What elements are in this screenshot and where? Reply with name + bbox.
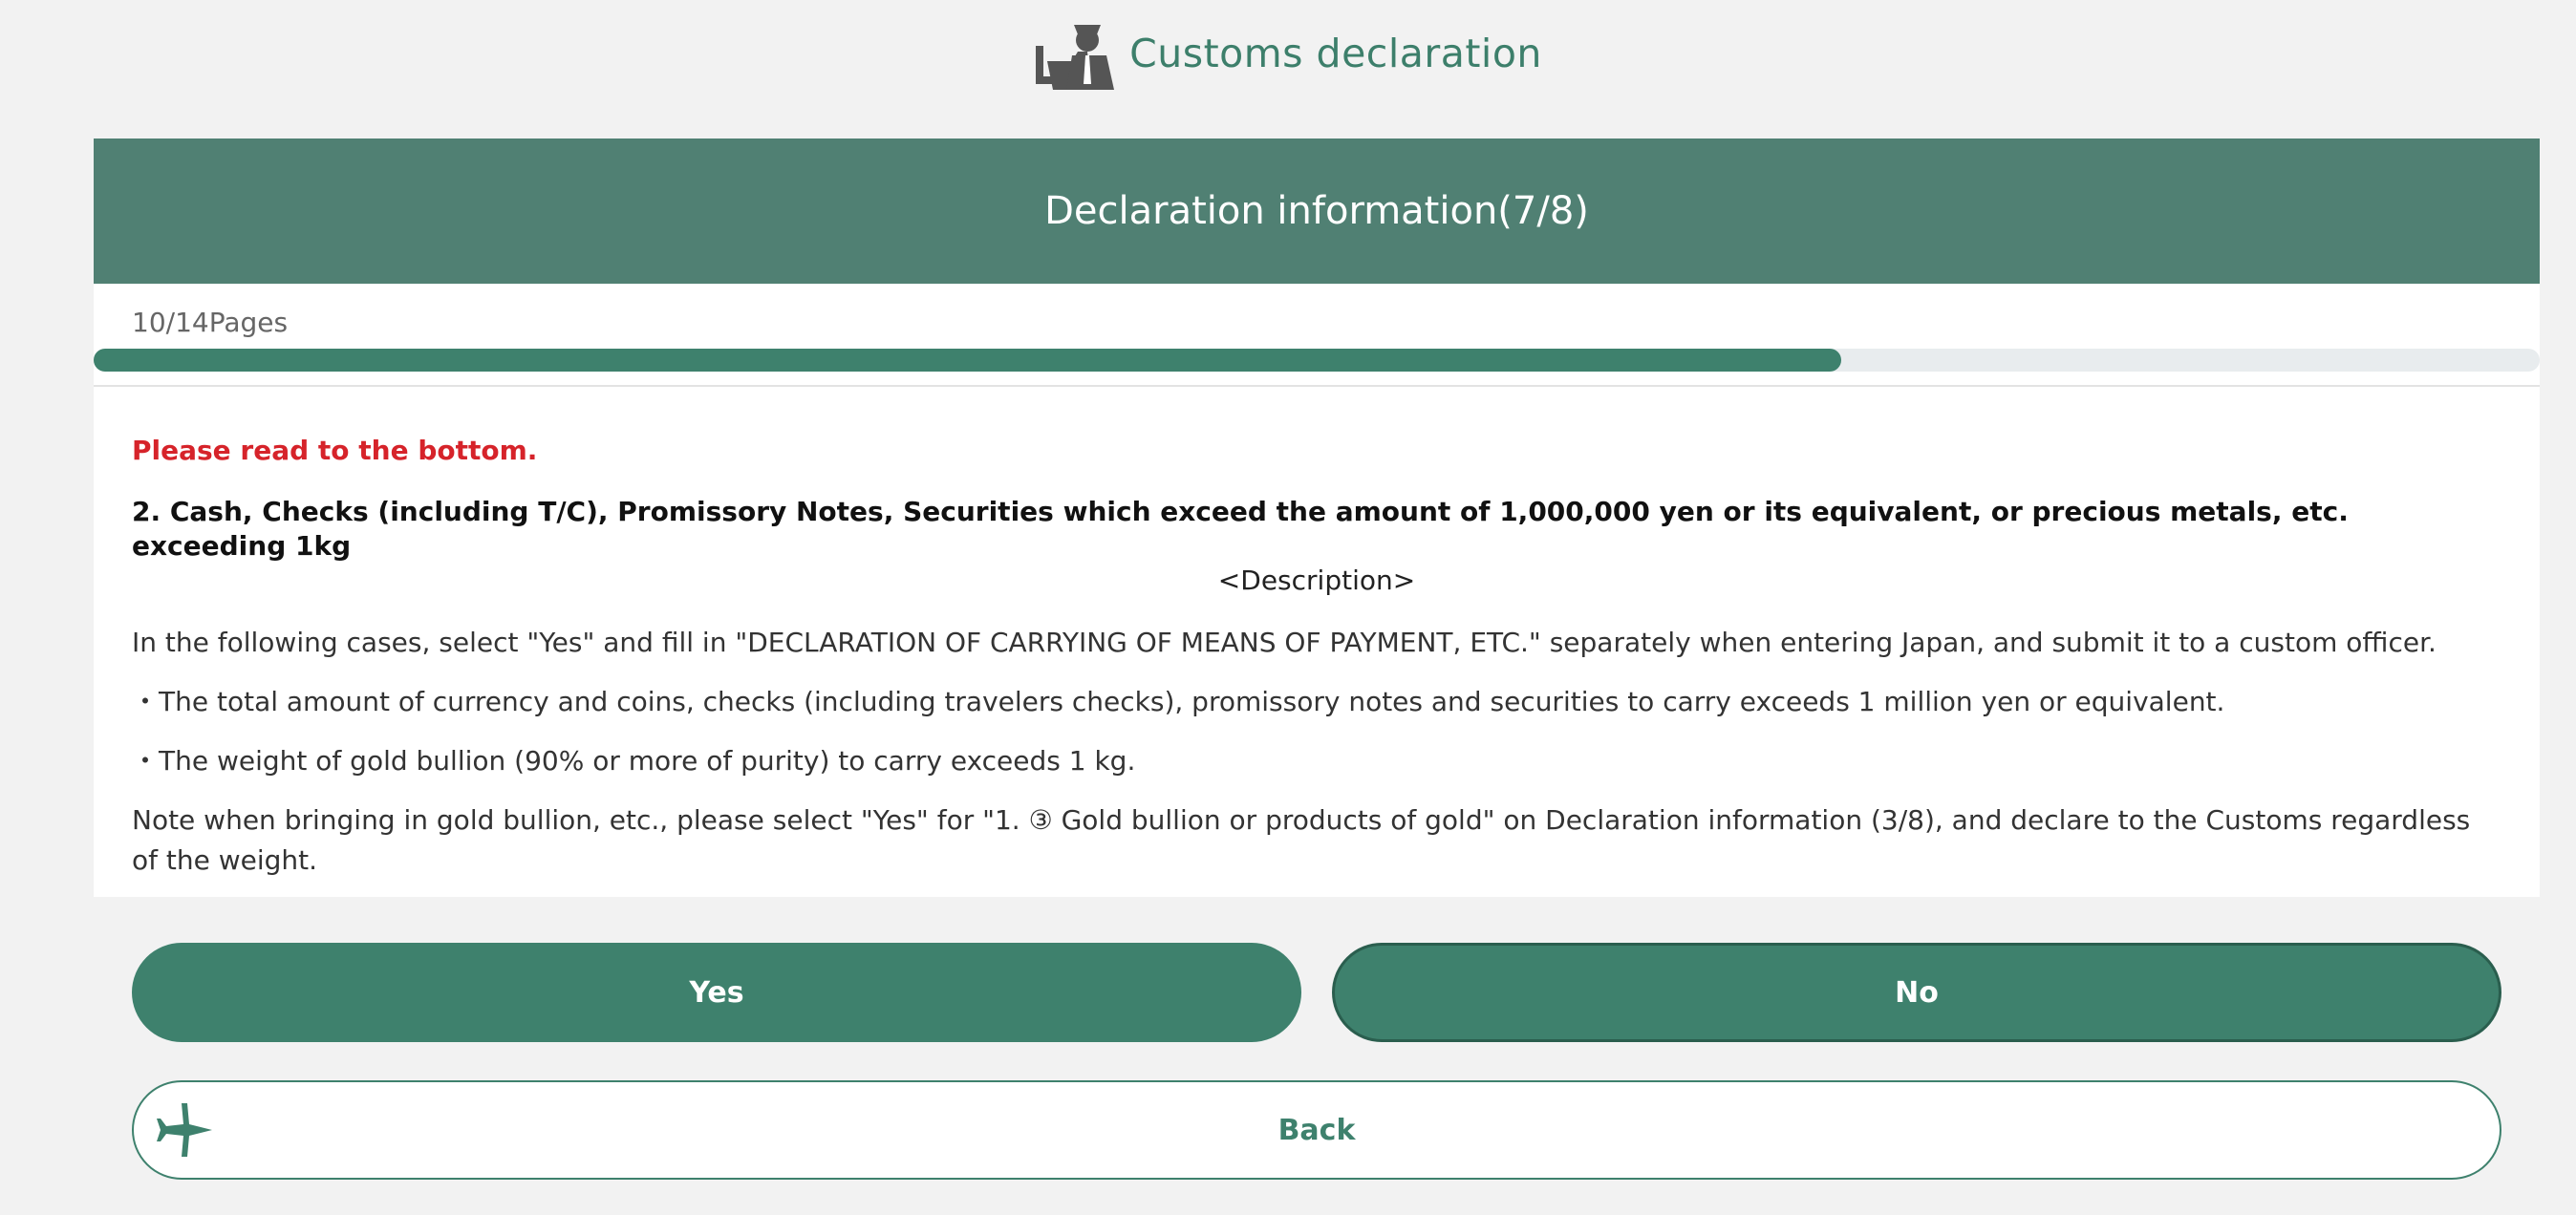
bullet-currency: ・The total amount of currency and coins,… bbox=[132, 686, 2225, 717]
yes-button[interactable]: Yes bbox=[132, 943, 1301, 1042]
progress-bar-track bbox=[94, 349, 2540, 372]
card-header: Declaration information(7/8) bbox=[94, 139, 2540, 284]
progress-bar-fill bbox=[94, 349, 1841, 372]
back-button[interactable]: Back bbox=[132, 1080, 2501, 1180]
gold-note: Note when bringing in gold bullion, etc.… bbox=[132, 804, 2471, 876]
read-warning: Please read to the bottom. bbox=[132, 435, 538, 466]
airplane-icon bbox=[157, 1103, 212, 1157]
declaration-card: Declaration information(7/8) 10/14Pages … bbox=[94, 139, 2540, 897]
no-button-label: No bbox=[1895, 975, 1939, 1010]
app-title: Customs declaration bbox=[1129, 31, 1542, 76]
bullet-gold: ・The weight of gold bullion (90% or more… bbox=[132, 745, 1136, 777]
progress-section: 10/14Pages bbox=[94, 284, 2540, 387]
section-heading: 2. Cash, Checks (including T/C), Promiss… bbox=[132, 496, 2349, 562]
content-body: Please read to the bottom. 2. Cash, Chec… bbox=[94, 387, 2540, 881]
no-button[interactable]: No bbox=[1332, 943, 2501, 1042]
app-header: Customs declaration bbox=[0, 0, 2576, 107]
progress-label: 10/14Pages bbox=[132, 307, 289, 338]
description-label: <Description> bbox=[1217, 565, 1416, 596]
back-button-label: Back bbox=[1277, 1113, 1356, 1147]
page-title: Declaration information(7/8) bbox=[1044, 189, 1589, 233]
customs-officer-icon bbox=[1036, 25, 1115, 90]
intro-text: In the following cases, select "Yes" and… bbox=[132, 627, 2436, 658]
yes-button-label: Yes bbox=[689, 975, 744, 1010]
